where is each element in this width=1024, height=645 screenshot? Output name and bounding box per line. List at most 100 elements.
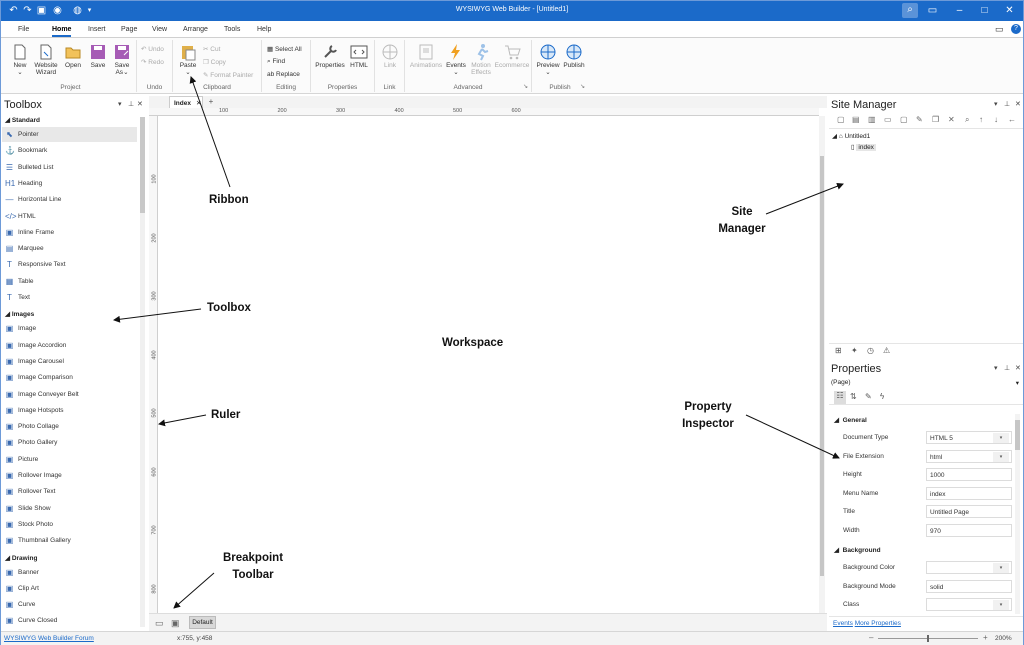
help-icon[interactable]: ?: [1011, 24, 1021, 34]
properties-button[interactable]: Properties: [314, 43, 346, 69]
tree-root[interactable]: ◢ ⌂ Untitled1: [832, 132, 870, 140]
toolbox-item-photo-gallery[interactable]: ▣ Photo Gallery: [2, 435, 137, 450]
new-page-icon[interactable]: ▢: [837, 115, 845, 124]
default-breakpoint-button[interactable]: Default: [189, 616, 216, 629]
toolbox-menu-icon[interactable]: ▾: [118, 100, 122, 108]
dialog-launcher-icon[interactable]: ↘: [523, 83, 528, 90]
toolbox-close-icon[interactable]: ✕: [137, 100, 143, 108]
events-button[interactable]: Events ⌄: [445, 43, 467, 76]
toolbox-item-stock-photo[interactable]: ▣ Stock Photo: [2, 517, 137, 532]
toolbox-item-pointer[interactable]: ⬉ Pointer: [2, 127, 137, 142]
toolbox-item-bookmark[interactable]: ⚓ Bookmark: [2, 143, 137, 158]
workspace-scrollbar[interactable]: [819, 116, 825, 613]
ribbon-display-icon[interactable]: ▭: [926, 4, 939, 17]
property-value[interactable]: 1000: [926, 468, 1012, 481]
expand-icon[interactable]: ◢: [832, 133, 837, 140]
add-breakpoint-icon[interactable]: ▣: [171, 618, 180, 629]
redo-button[interactable]: ↷ Redo: [141, 58, 164, 66]
publish-launcher-icon[interactable]: ↘: [580, 83, 585, 90]
history-icon[interactable]: ◷: [867, 346, 874, 355]
search-icon[interactable]: ⌕: [902, 3, 918, 18]
warning-icon[interactable]: ⚠: [883, 346, 890, 355]
toolbox-item-thumbnail-gallery[interactable]: ▣ Thumbnail Gallery: [2, 533, 137, 548]
ecommerce-button[interactable]: Ecommerce: [494, 43, 530, 69]
property-value[interactable]: ▾: [926, 598, 1012, 611]
link-button[interactable]: Link: [378, 43, 402, 69]
property-value[interactable]: Untitled Page: [926, 505, 1012, 518]
toolbox-item-image-carousel[interactable]: ▣ Image Carousel: [2, 354, 137, 369]
properties-pin-icon[interactable]: ⊥: [1004, 364, 1010, 372]
properties-menu-icon[interactable]: ▾: [994, 364, 998, 372]
zoom-in-icon[interactable]: +: [983, 633, 988, 642]
toolbox-item-photo-collage[interactable]: ▣ Photo Collage: [2, 419, 137, 434]
format-painter-button[interactable]: ✎ Format Painter: [203, 71, 253, 79]
add-page-icon[interactable]: ▥: [868, 115, 876, 124]
toolbox-item-banner[interactable]: ▣ Banner: [2, 565, 137, 580]
open-button[interactable]: Open: [62, 43, 84, 69]
dropdown-icon[interactable]: ▾: [993, 451, 1009, 462]
property-value[interactable]: HTML 5 ▾: [926, 431, 1012, 444]
animations-button[interactable]: Animations: [407, 43, 445, 69]
site-manager-close-icon[interactable]: ✕: [1015, 100, 1021, 108]
properties-close-icon[interactable]: ✕: [1015, 364, 1021, 372]
cut-button[interactable]: ✂ Cut: [203, 45, 220, 53]
properties-scroll-thumb[interactable]: [1015, 420, 1020, 450]
minimize-icon[interactable]: –: [953, 4, 966, 17]
edit-page-icon[interactable]: ✎: [916, 115, 923, 124]
site-manager-menu-icon[interactable]: ▾: [994, 100, 998, 108]
toolbox-item-image-accordion[interactable]: ▣ Image Accordion: [2, 338, 137, 353]
toolbox-item-picture[interactable]: ▣ Picture: [2, 452, 137, 467]
save-as-button[interactable]: Save As⌄: [111, 43, 133, 76]
events-link[interactable]: Events: [833, 620, 853, 627]
preview-button[interactable]: Preview ⌄: [535, 43, 561, 76]
toolbox-item-rollover-text[interactable]: ▣ Rollover Text: [2, 484, 137, 499]
wrench-small-icon[interactable]: ✎: [865, 392, 872, 401]
new-folder-icon[interactable]: ▭: [884, 115, 892, 124]
undo-button[interactable]: ↶ Undo: [141, 45, 164, 53]
replace-button[interactable]: ab Replace: [267, 71, 300, 78]
toolbox-pin-icon[interactable]: ⊥: [128, 100, 134, 108]
group-general[interactable]: ◢ General: [834, 416, 867, 424]
layout-icon[interactable]: ▭: [995, 24, 1004, 35]
maximize-icon[interactable]: □: [978, 4, 991, 17]
toolbox-item-rollover-image[interactable]: ▣ Rollover Image: [2, 468, 137, 483]
dropdown-icon[interactable]: ▾: [993, 563, 1009, 573]
delete-icon[interactable]: ✕: [948, 115, 955, 124]
group-background[interactable]: ◢ Background: [834, 546, 881, 554]
dropdown-icon[interactable]: ▾: [993, 600, 1009, 610]
menu-tools[interactable]: Tools: [224, 26, 240, 33]
page-properties-icon[interactable]: ▤: [852, 115, 860, 124]
publish-button[interactable]: Publish: [561, 43, 587, 69]
toolbox-item-curve[interactable]: ▣ Curve: [2, 597, 137, 612]
desktop-breakpoint-icon[interactable]: ▭: [155, 618, 164, 629]
preview-page-icon[interactable]: ⌕: [965, 115, 969, 125]
horizontal-ruler[interactable]: 100 200 300 400 500 600: [149, 108, 819, 116]
property-value[interactable]: index: [926, 486, 1012, 500]
toolbox-item-text[interactable]: T Text: [2, 290, 137, 305]
toolbox-item-responsive-text[interactable]: T Responsive Text: [2, 257, 137, 272]
website-wizard-button[interactable]: Website Wizard: [33, 43, 59, 76]
paste-button[interactable]: Paste ⌄: [176, 43, 200, 76]
property-value[interactable]: solid: [926, 579, 1012, 593]
zoom-slider[interactable]: [878, 635, 978, 642]
workspace-scroll-thumb[interactable]: [820, 156, 824, 576]
zoom-out-icon[interactable]: –: [869, 633, 873, 642]
menu-insert[interactable]: Insert: [88, 26, 106, 33]
copy-button[interactable]: ❐ Copy: [203, 58, 226, 66]
menu-file[interactable]: File: [18, 26, 29, 33]
motion-effects-button[interactable]: Motion Effects: [467, 43, 495, 76]
toolbox-item-marquee[interactable]: ▤ Marquee: [2, 241, 137, 256]
vertical-ruler[interactable]: 100 200 300 400 500 600 700 800: [149, 116, 158, 613]
toolbox-item-horizontal-line[interactable]: — Horizontal Line: [2, 192, 137, 207]
save-button[interactable]: Save: [87, 43, 109, 69]
tab-close-icon[interactable]: ✕: [196, 100, 201, 107]
more-properties-link[interactable]: More Properties: [855, 620, 901, 627]
new-button[interactable]: New ⌄: [9, 43, 31, 76]
menu-help[interactable]: Help: [257, 26, 271, 33]
zoom-slider-thumb[interactable]: [927, 635, 929, 642]
find-button[interactable]: ⌕ Find: [267, 58, 285, 66]
toolbox-item-inline-frame[interactable]: ▣ Inline Frame: [2, 225, 137, 240]
toolbox-item-curve-closed[interactable]: ▣ Curve Closed: [2, 613, 137, 628]
toolbox-scrollbar[interactable]: [140, 117, 145, 627]
property-value[interactable]: html ▾: [926, 449, 1012, 463]
